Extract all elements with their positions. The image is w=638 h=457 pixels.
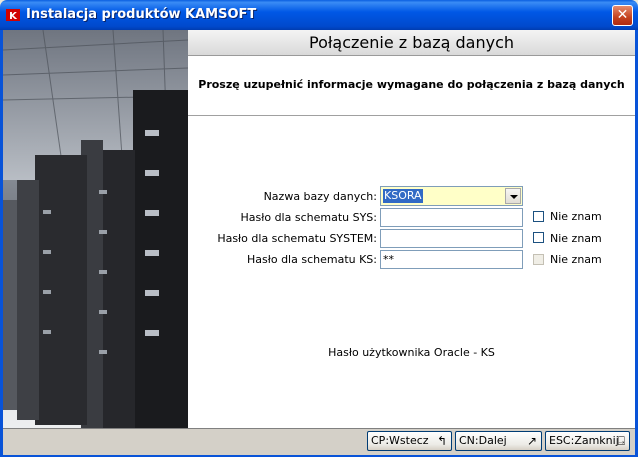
kamsoft-logo-icon: K — [6, 9, 20, 22]
close-button[interactable]: ESC:Zamknij ⍈ — [545, 431, 630, 451]
page-subtitle: Proszę uzupełnić informacje wymagane do … — [198, 78, 625, 91]
page-title: Połączenie z bazą danych — [188, 30, 635, 56]
db-name-label: Nazwa bazy danych: — [263, 190, 377, 203]
window-title: Instalacja produktów KAMSOFT — [26, 7, 257, 22]
system-password-label: Hasło dla schematu SYSTEM: — [217, 232, 377, 245]
db-name-select[interactable]: KSORA — [380, 186, 523, 206]
arrow-next-icon: ↗ — [526, 434, 537, 448]
back-button-label: CP:Wstecz — [371, 434, 429, 447]
close-icon: ✕ — [616, 7, 629, 23]
svg-text:K: K — [9, 11, 18, 22]
server-racks-illustration — [3, 30, 188, 454]
system-dont-know-label: Nie znam — [550, 232, 602, 245]
window-close-button[interactable]: ✕ — [612, 5, 633, 26]
back-button[interactable]: CP:Wstecz ↰ — [367, 431, 452, 451]
sys-dont-know-label: Nie znam — [550, 210, 602, 223]
next-button-label: CN:Dalej — [459, 434, 507, 447]
ks-dont-know-checkbox[interactable] — [533, 254, 544, 265]
door-exit-icon: ⍈ — [617, 434, 625, 448]
arrow-back-icon: ↰ — [436, 434, 447, 448]
ks-dont-know-label: Nie znam — [550, 253, 602, 266]
db-name-value: KSORA — [383, 189, 423, 203]
next-button[interactable]: CN:Dalej ↗ — [455, 431, 542, 451]
server-room-image — [3, 30, 188, 454]
header-divider — [188, 115, 635, 116]
system-dont-know-checkbox[interactable] — [533, 232, 544, 243]
ks-password-field[interactable]: ** — [380, 250, 523, 269]
sys-password-label: Hasło dla schematu SYS: — [240, 211, 377, 224]
sys-password-field[interactable] — [380, 208, 523, 227]
ks-password-label: Hasło dla schematu KS: — [246, 253, 377, 266]
close-button-label: ESC:Zamknij — [549, 434, 619, 447]
field-hint-text: Hasło użytkownika Oracle - KS — [328, 346, 495, 359]
system-password-field[interactable] — [380, 229, 523, 248]
title-bar[interactable]: K Instalacja produktów KAMSOFT ✕ — [0, 0, 638, 30]
sys-dont-know-checkbox[interactable] — [533, 211, 544, 222]
chevron-down-icon[interactable] — [505, 188, 521, 204]
